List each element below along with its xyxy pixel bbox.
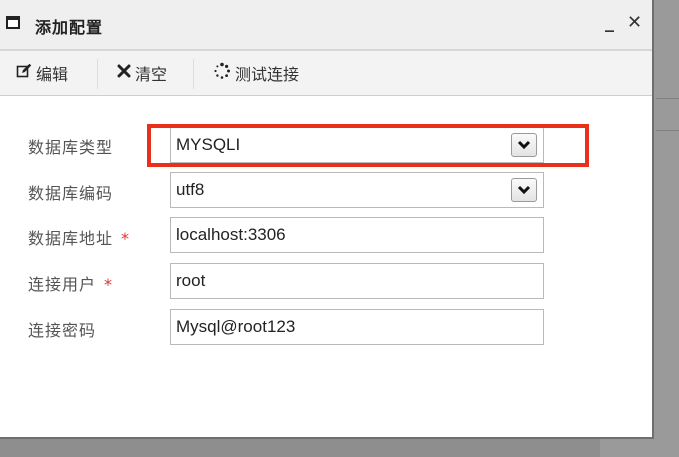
background-divider: [656, 130, 679, 131]
db-charset-select[interactable]: utf8: [170, 172, 544, 208]
minimize-button[interactable]: _: [605, 12, 614, 33]
edit-icon: [16, 63, 32, 83]
background-divider: [656, 98, 679, 99]
db-user-value: root: [176, 271, 206, 290]
edit-button[interactable]: 编辑: [16, 62, 68, 84]
chevron-down-icon[interactable]: [511, 178, 537, 202]
dialog-toolbar: 编辑 清空 测试连接: [0, 50, 652, 96]
clear-label: 清空: [135, 65, 168, 84]
db-host-input[interactable]: localhost:3306: [170, 217, 544, 253]
spinner-icon: [213, 62, 231, 84]
dialog-titlebar[interactable]: 添加配置 _ ✕: [0, 0, 652, 50]
db-host-value: localhost:3306: [176, 225, 286, 244]
db-type-label: 数据库类型: [28, 138, 114, 157]
dialog-title: 添加配置: [35, 18, 104, 37]
test-connection-label: 测试连接: [235, 65, 300, 84]
window-icon: [6, 16, 20, 29]
edit-label: 编辑: [36, 65, 69, 84]
add-config-dialog: 添加配置 _ ✕ 编辑 清空 测试连接 数据库类型 MYSQLI 数据库编码 u…: [0, 0, 654, 439]
test-connection-button[interactable]: 测试连接: [213, 62, 299, 84]
required-mark: *: [121, 229, 131, 248]
toolbar-separator: [193, 59, 194, 89]
clear-icon: [117, 64, 131, 82]
highlight-annotation: [147, 124, 589, 167]
db-password-value: Mysql@root123: [176, 317, 296, 336]
required-mark: *: [104, 275, 114, 294]
db-user-input[interactable]: root: [170, 263, 544, 299]
db-charset-label: 数据库编码: [28, 184, 114, 203]
db-host-label: 数据库地址 *: [28, 229, 131, 248]
clear-button[interactable]: 清空: [117, 62, 167, 84]
db-user-label: 连接用户 *: [28, 275, 114, 294]
toolbar-separator: [97, 59, 98, 89]
db-password-input[interactable]: Mysql@root123: [170, 309, 544, 345]
close-button[interactable]: ✕: [627, 12, 642, 33]
db-charset-value: utf8: [176, 180, 205, 199]
db-password-label: 连接密码: [28, 321, 97, 340]
